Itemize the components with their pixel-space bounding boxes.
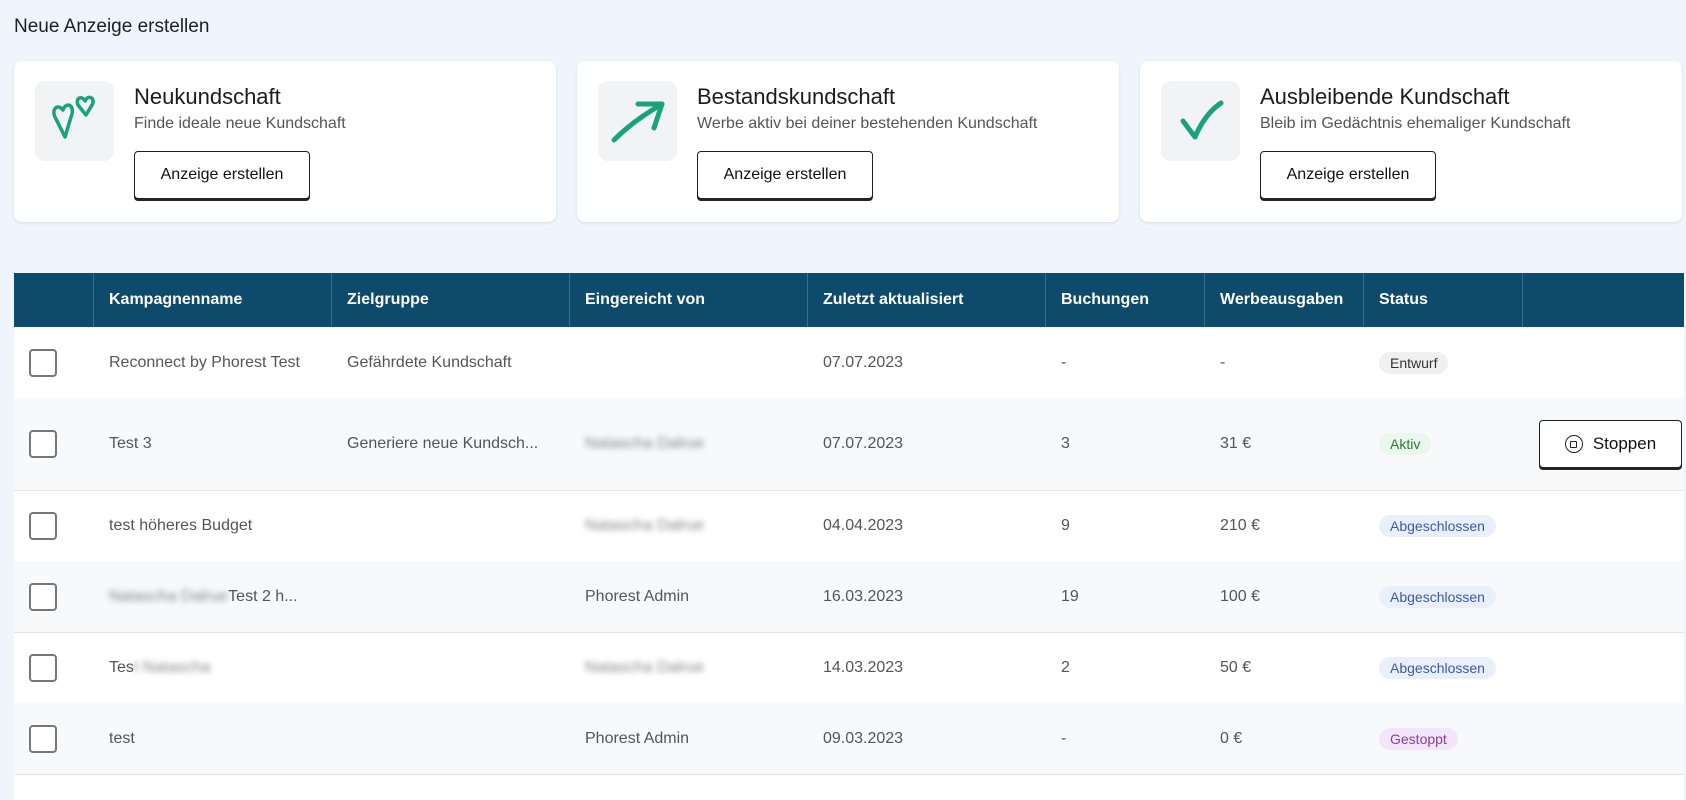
row-checkbox[interactable] [29,724,57,753]
header-select [14,273,94,327]
status-badge: Aktiv [1379,433,1432,455]
bookings: 3 [1061,435,1070,452]
arrow-up-right-icon [598,81,677,161]
card-lapsed-customers: Ausbleibende Kundschaft Bleib im Gedächt… [1140,61,1682,222]
stop-button[interactable]: Stoppen [1539,420,1682,468]
submitted-by: Natascha Dalrue [585,516,705,534]
campaign-name: Reconnect by Phorest Test [109,353,300,371]
bookings: 19 [1061,587,1079,605]
header-audience[interactable]: Zielgruppe [332,273,570,327]
last-updated: 04.04.2023 [823,516,904,534]
submitted-by: Phorest Admin [585,729,690,747]
stop-icon [1564,435,1583,453]
campaign-name: Natascha Dalrue Test 2 h... [109,587,298,605]
table-row[interactable]: Reconnect by Phorest Test Gefährdete Kund… [14,327,1684,399]
status-badge: Abgeschlossen [1379,514,1496,537]
create-ad-button-lapsed[interactable]: Anzeige erstellen [1260,151,1436,199]
header-ad-spend[interactable]: Werbeausgaben [1205,273,1364,327]
create-ad-button-new[interactable]: Anzeige erstellen [134,151,310,199]
campaign-name: test höheres Budget [109,516,253,534]
card-subtitle: Finde ideale neue Kundschaft [134,115,346,132]
last-updated: 14.03.2023 [823,658,904,676]
ad-spend: 0 € [1220,729,1243,747]
ad-spend: 100 € [1220,587,1261,605]
row-checkbox[interactable] [29,511,57,540]
submitted-by: Natascha Dalrue [585,435,705,452]
campaign-type-cards: Neukundschaft Finde ideale neue Kundscha… [14,61,1684,222]
audience [332,561,570,632]
status-cell: Aktiv [1364,398,1523,490]
header-bookings[interactable]: Buchungen [1046,273,1205,327]
table-row[interactable]: Test 3 Generiere neue Kundsch... Natascha … [14,398,1684,491]
audience [332,490,570,561]
last-updated: 07.07.2023 [823,353,904,371]
table-header: Kampagnenname Zielgruppe Eingereicht von… [14,273,1684,327]
campaigns-table: Kampagnenname Zielgruppe Eingereicht von… [14,273,1684,800]
stop-button-label: Stoppen [1592,434,1657,453]
checkmark-icon [1161,81,1240,161]
header-submitted-by[interactable]: Eingereicht von [570,273,808,327]
submitted-by: Phorest Admin [585,587,690,605]
card-subtitle: Bleib im Gedächtnis ehemaliger Kundschaf… [1260,115,1571,132]
bookings: - [1061,353,1067,371]
campaign-name: test [109,729,135,747]
row-checkbox[interactable] [29,653,57,682]
status-cell: Abgeschlossen [1364,490,1523,561]
status-badge: Abgeschlossen [1379,585,1496,608]
header-status[interactable]: Status [1364,273,1523,327]
hearts-icon [35,81,114,161]
bookings: 9 [1061,516,1070,534]
last-updated: 16.03.2023 [823,587,904,605]
table-row[interactable]: test höheres Budget Natascha Dalrue 04.04.… [14,490,1684,562]
ad-spend: 31 € [1220,435,1252,452]
campaign-name: Test 3 [109,435,152,452]
status-cell: Gestoppt [1364,703,1523,774]
last-updated: 07.07.2023 [823,435,904,452]
submitted-by: Natascha Dalrue [585,658,705,676]
card-title: Ausbleibende Kundschaft [1260,84,1510,109]
card-title: Neukundschaft [134,84,281,109]
header-campaign-name[interactable]: Kampagnenname [94,273,332,327]
table-row[interactable]: Natascha Dalrue Test 2 h... Phorest Admin… [14,561,1684,633]
table-row[interactable]: test Phorest Admin 09.03.2023 - 0 € Gestoppt [14,703,1684,775]
status-badge: Entwurf [1379,351,1449,374]
card-new-customers: Neukundschaft Finde ideale neue Kundscha… [14,61,556,222]
row-checkbox[interactable] [29,430,57,458]
status-badge: Gestoppt [1379,727,1458,750]
card-existing-customers: Bestandskundschaft Werbe aktiv bei deine… [577,61,1119,222]
last-updated: 09.03.2023 [823,729,904,747]
audience: Gefährdete Kundschaft [347,353,512,371]
audience [332,703,570,774]
card-title: Bestandskundschaft [697,84,896,109]
status-cell: Entwurf [1364,327,1523,398]
row-checkbox[interactable] [29,348,57,377]
bookings: 2 [1061,658,1070,676]
create-ad-button-existing[interactable]: Anzeige erstellen [697,151,873,199]
ad-spend: - [1220,353,1226,371]
ad-spend: 50 € [1220,658,1252,676]
status-badge: Abgeschlossen [1379,656,1496,679]
ad-spend: 210 € [1220,516,1261,534]
audience: Generiere neue Kundsch... [347,435,539,452]
header-last-updated[interactable]: Zuletzt aktualisiert [808,273,1046,327]
card-subtitle: Werbe aktiv bei deiner bestehenden Kunds… [697,115,1038,132]
row-checkbox[interactable] [29,582,57,611]
header-actions [1523,273,1684,327]
audience [332,632,570,703]
campaign-name: Tes t Natascha [109,658,211,676]
status-cell: Abgeschlossen [1364,632,1523,703]
bookings: - [1061,729,1067,747]
status-cell: Abgeschlossen [1364,561,1523,632]
submitted-by [570,327,808,398]
table-row[interactable]: Tes t Natascha Natascha Dalrue 14.03.2023 2 5… [14,632,1684,704]
page-title: Neue Anzeige erstellen [14,16,210,37]
